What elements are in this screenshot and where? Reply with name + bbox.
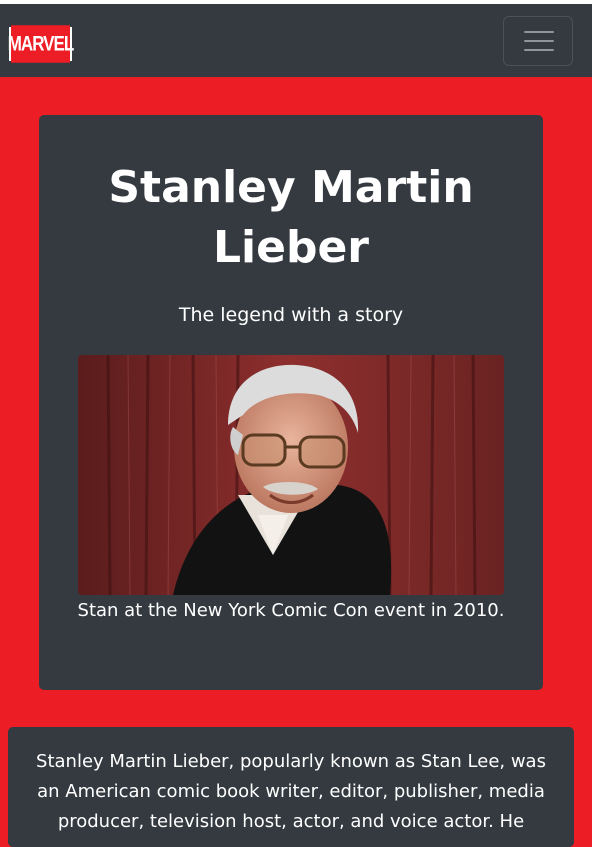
navbar-toggle-button[interactable]: [503, 16, 573, 66]
page-title: Stanley Martin Lieber: [108, 162, 474, 273]
photo-caption: Stan at the New York Comic Con event in …: [77, 600, 505, 621]
marvel-logo-text: MARVEL: [8, 25, 74, 63]
navbar: MARVEL: [0, 4, 592, 77]
marvel-logo[interactable]: MARVEL: [8, 25, 74, 63]
bio-text: Stanley Martin Lieber, popularly known a…: [36, 751, 546, 832]
bio-card: Stanley Martin Lieber, popularly known a…: [8, 727, 574, 847]
hero-card: Stanley Martin Lieber The legend with a …: [39, 115, 543, 690]
page-subtitle: The legend with a story: [178, 304, 404, 326]
portrait-image: [78, 355, 504, 595]
stan-lee-photo: [78, 355, 504, 595]
